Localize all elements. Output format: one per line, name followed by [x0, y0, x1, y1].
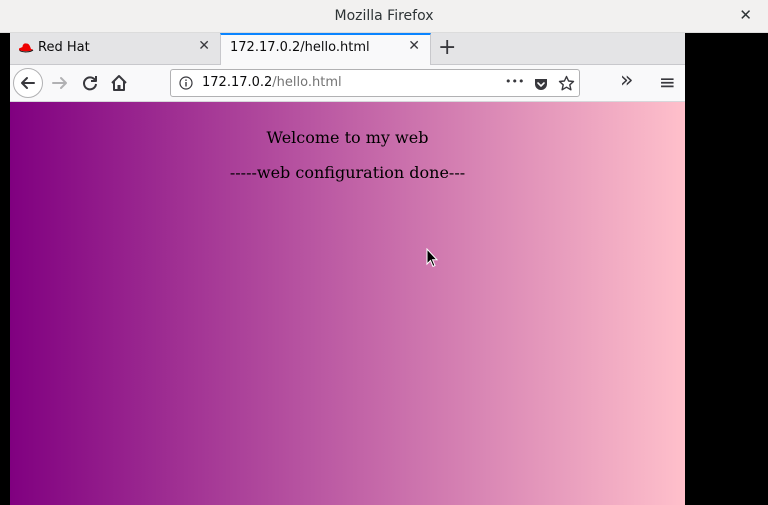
tab-bar: Red Hat ✕ 172.17.0.2/hello.html ✕ + [10, 33, 685, 65]
configuration-done-text: -----web configuration done--- [229, 163, 466, 182]
window-close-button[interactable]: ✕ [739, 5, 752, 25]
desktop-background [685, 33, 768, 505]
reload-button[interactable] [77, 70, 103, 96]
tab-label: Red Hat [38, 40, 90, 55]
home-icon [111, 75, 127, 91]
window-title: Mozilla Firefox [334, 8, 434, 24]
pocket-icon[interactable] [533, 76, 549, 92]
window-titlebar: Mozilla Firefox ✕ [0, 0, 768, 33]
url-bar[interactable]: 172.17.0.2/hello.html ••• [170, 69, 580, 97]
reload-icon [83, 76, 97, 91]
nav-toolbar: 172.17.0.2/hello.html ••• » ≡ [10, 65, 685, 102]
url-text[interactable]: 172.17.0.2/hello.html [202, 75, 342, 90]
home-button[interactable] [106, 70, 132, 96]
back-button[interactable] [13, 68, 43, 98]
browser-window: Red Hat ✕ 172.17.0.2/hello.html ✕ + 172.… [10, 33, 685, 505]
forward-arrow-icon [52, 77, 67, 89]
new-tab-button[interactable]: + [438, 36, 456, 60]
overflow-menu-button[interactable]: » [620, 69, 633, 93]
page-content: Welcome to my web -----web configuration… [10, 102, 685, 505]
hamburger-menu-button[interactable]: ≡ [659, 70, 676, 94]
tab-label: 172.17.0.2/hello.html [230, 40, 370, 55]
back-arrow-icon [21, 77, 35, 89]
page-actions-button[interactable]: ••• [505, 75, 524, 88]
close-icon[interactable]: ✕ [408, 38, 420, 54]
bookmark-star-icon[interactable] [558, 75, 575, 92]
info-icon[interactable] [179, 76, 193, 90]
url-host: 172.17.0.2 [202, 75, 273, 90]
tab-hello-html[interactable]: 172.17.0.2/hello.html ✕ [220, 33, 431, 65]
mouse-cursor-icon [426, 248, 438, 268]
forward-button[interactable] [47, 70, 73, 96]
url-path: /hello.html [272, 75, 342, 90]
tab-red-hat[interactable]: Red Hat ✕ [10, 33, 220, 64]
red-hat-icon [19, 43, 34, 53]
welcome-text: Welcome to my web [266, 128, 429, 147]
close-icon[interactable]: ✕ [198, 38, 210, 54]
